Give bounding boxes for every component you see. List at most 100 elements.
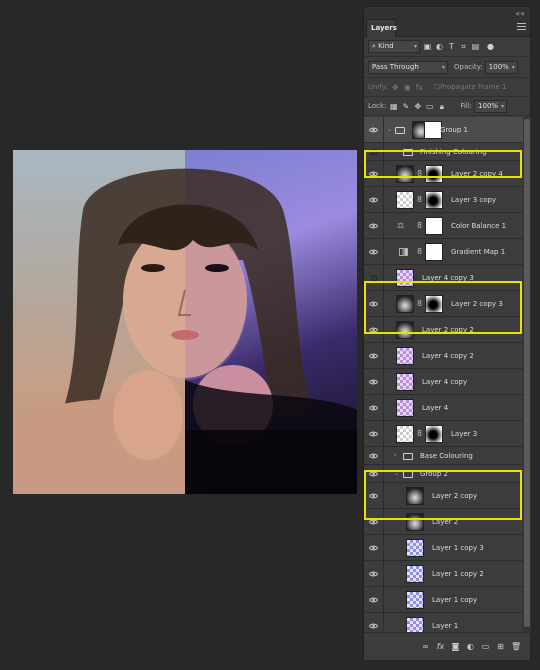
layer-row[interactable]: Layer 1 copy 3 [364, 535, 523, 561]
visibility-eye-icon[interactable] [364, 161, 384, 186]
layer-row[interactable]: 8 Gradient Map 1 [364, 239, 523, 265]
visibility-eye-icon[interactable] [364, 213, 384, 238]
visibility-eye-icon[interactable] [364, 117, 384, 142]
unify-position-icon[interactable]: ✥ [391, 83, 400, 92]
layer-row[interactable]: ⚖ 8 Color Balance 1 [364, 213, 523, 239]
layer-row[interactable]: Layer 2 copy 2 [364, 317, 523, 343]
fx-icon[interactable]: fx [436, 642, 445, 651]
visibility-eye-icon[interactable] [364, 447, 384, 464]
mask-link-icon[interactable]: 8 [417, 170, 422, 178]
visibility-eye-icon[interactable] [364, 343, 384, 368]
layer-mask-thumbnail[interactable] [425, 295, 443, 313]
link-layers-icon[interactable]: ∞ [421, 642, 430, 651]
layer-thumbnail[interactable] [396, 269, 414, 287]
delete-layer-icon[interactable]: 🗑︎ [511, 642, 521, 651]
visibility-eye-icon[interactable] [364, 613, 384, 632]
add-mask-icon[interactable]: ◙ [451, 642, 460, 651]
lock-all-icon[interactable]: 🔒︎ [437, 102, 446, 111]
layer-thumbnail[interactable] [396, 347, 414, 365]
blend-mode-dropdown[interactable]: Pass Through ▾ [368, 60, 448, 74]
layer-thumbnail[interactable] [396, 373, 414, 391]
layer-mask-thumbnail[interactable] [425, 243, 443, 261]
layer-thumbnail[interactable] [396, 321, 414, 339]
unify-style-icon[interactable]: fx [415, 83, 424, 92]
layers-scrollbar[interactable] [523, 117, 531, 632]
chevron-down-icon[interactable]: ⌄ [394, 470, 399, 477]
adjustment-filter-icon[interactable]: ◐ [435, 42, 444, 51]
layer-row[interactable]: 8 Layer 3 copy [364, 187, 523, 213]
visibility-eye-icon[interactable] [364, 317, 384, 342]
layer-row[interactable]: ⌄ Group 2 [364, 465, 523, 483]
panel-collapse-icon[interactable]: «« [515, 10, 525, 18]
layer-row[interactable]: Layer 4 [364, 395, 523, 421]
layer-row[interactable]: 8 Layer 3 [364, 421, 523, 447]
layer-thumbnail[interactable] [396, 425, 414, 443]
mask-link-icon[interactable]: 8 [417, 430, 422, 438]
visibility-eye-icon[interactable] [364, 561, 384, 586]
layer-thumbnail[interactable] [406, 513, 424, 531]
panel-menu-icon[interactable] [517, 23, 526, 30]
lock-transparent-icon[interactable]: ▦ [389, 102, 398, 111]
layer-thumbnail[interactable] [406, 617, 424, 632]
lock-artboard-icon[interactable]: ▭ [425, 102, 434, 111]
layer-thumbnail[interactable] [406, 591, 424, 609]
layer-row[interactable]: 8 Layer 2 copy 4 [364, 161, 523, 187]
layer-thumbnail[interactable] [396, 191, 414, 209]
shape-filter-icon[interactable]: ⌗ [459, 42, 468, 51]
unify-visibility-icon[interactable]: ◉ [403, 83, 412, 92]
visibility-hidden-toggle[interactable] [364, 265, 384, 290]
chevron-right-icon[interactable]: › [394, 148, 396, 155]
layer-mask-thumbnail[interactable] [425, 217, 443, 235]
mask-link-icon[interactable]: 8 [417, 196, 422, 204]
visibility-eye-icon[interactable] [364, 395, 384, 420]
lock-position-icon[interactable]: ✥ [413, 102, 422, 111]
layer-mask-thumbnail[interactable] [425, 425, 443, 443]
layer-row[interactable]: Layer 1 copy 2 [364, 561, 523, 587]
new-layer-icon[interactable]: ⊞ [496, 642, 505, 651]
visibility-eye-icon[interactable] [364, 239, 384, 264]
layer-row[interactable]: Layer 4 copy [364, 369, 523, 395]
visibility-hidden-toggle[interactable] [364, 143, 384, 160]
layer-row[interactable]: Layer 4 copy 2 [364, 343, 523, 369]
visibility-eye-icon[interactable] [364, 509, 384, 534]
scrollbar-thumb[interactable] [524, 119, 530, 627]
mask-link-icon[interactable]: 8 [417, 222, 422, 230]
layer-row[interactable]: Layer 1 [364, 613, 523, 632]
new-adjustment-icon[interactable]: ◐ [466, 642, 475, 651]
layer-mask-thumbnail[interactable] [425, 191, 443, 209]
type-filter-icon[interactable]: T [447, 42, 456, 51]
layer-row[interactable]: › Finishing Colouring [364, 143, 523, 161]
visibility-eye-icon[interactable] [364, 587, 384, 612]
smart-object-filter-icon[interactable]: ▤ [471, 42, 480, 51]
layer-thumbnail[interactable] [396, 399, 414, 417]
opacity-field[interactable]: 100% ▾ [484, 60, 518, 74]
layer-row[interactable]: › Base Colouring [364, 447, 523, 465]
visibility-eye-icon[interactable] [364, 369, 384, 394]
visibility-eye-icon[interactable] [364, 465, 384, 482]
layer-thumbnail[interactable] [396, 165, 414, 183]
pixel-filter-icon[interactable]: ▣ [423, 42, 432, 51]
layer-row[interactable]: Layer 2 [364, 509, 523, 535]
layer-row[interactable]: ⌄ Group 1 [364, 117, 523, 143]
layer-thumbnail[interactable] [406, 539, 424, 557]
mask-link-icon[interactable]: 8 [417, 300, 422, 308]
layer-row[interactable]: Layer 2 copy [364, 483, 523, 509]
lock-image-icon[interactable]: ✎ [401, 102, 410, 111]
chevron-right-icon[interactable]: › [394, 452, 396, 459]
fill-field[interactable]: 100% ▾ [474, 99, 508, 113]
visibility-eye-icon[interactable] [364, 291, 384, 316]
mask-link-icon[interactable]: 8 [417, 248, 422, 256]
layer-thumbnail[interactable] [406, 487, 424, 505]
layer-thumbnail[interactable] [406, 565, 424, 583]
layer-thumbnail[interactable] [396, 295, 414, 313]
visibility-eye-icon[interactable] [364, 421, 384, 446]
tab-layers[interactable]: Layers [366, 19, 397, 37]
filter-toggle-icon[interactable]: ● [486, 42, 495, 51]
kind-filter-dropdown[interactable]: ⌕ Kind ▾ [368, 40, 420, 53]
visibility-eye-icon[interactable] [364, 187, 384, 212]
layer-row[interactable]: 8 Layer 2 copy 3 [364, 291, 523, 317]
layer-row[interactable]: Layer 1 copy [364, 587, 523, 613]
chevron-down-icon[interactable]: ⌄ [387, 126, 392, 133]
visibility-eye-icon[interactable] [364, 483, 384, 508]
layer-mask-thumbnail[interactable] [425, 165, 443, 183]
